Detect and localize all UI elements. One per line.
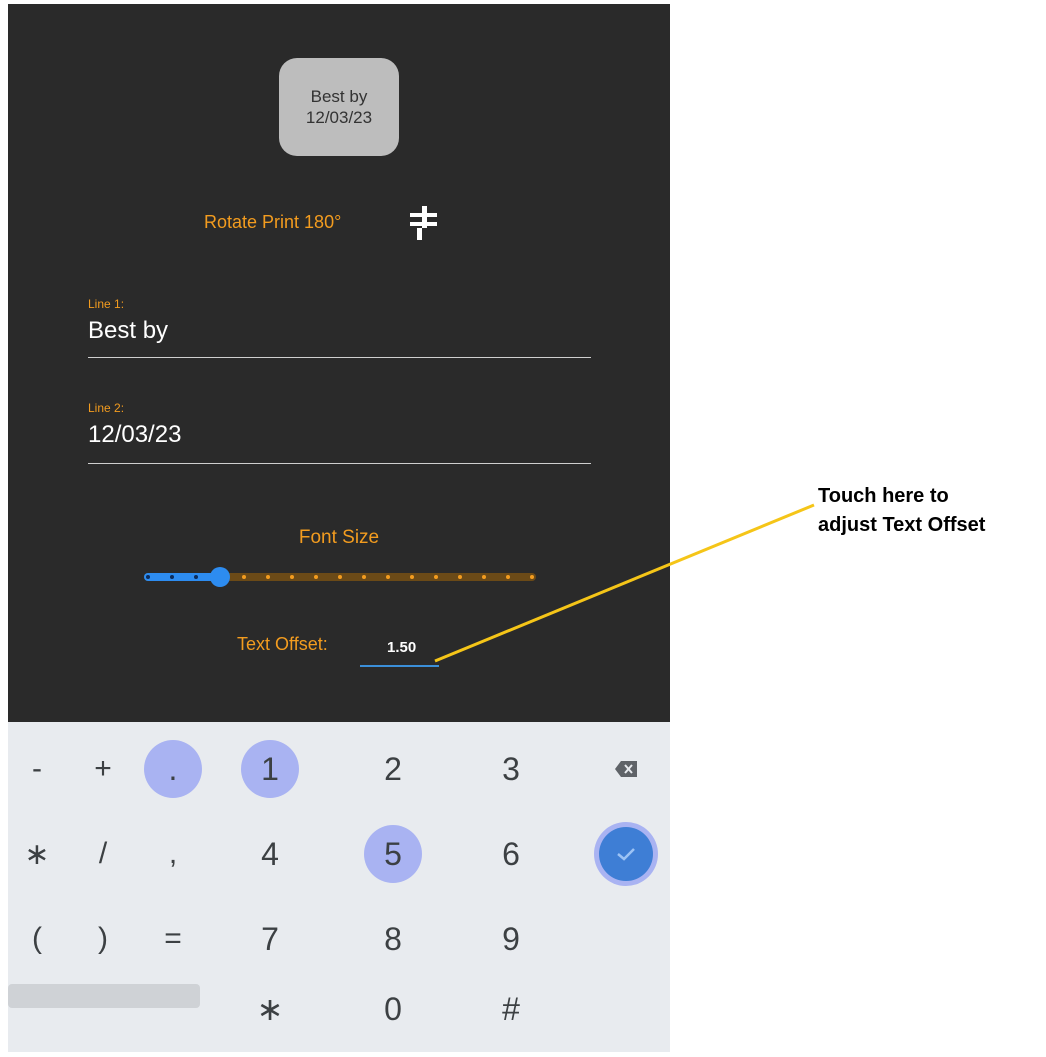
annotation-line2: adjust Text Offset [818,514,986,536]
annotation-callout: Touch here to adjust Text Offset [818,482,985,540]
annotation-line1: Touch here to [818,485,949,507]
checkmark-icon [617,848,635,861]
